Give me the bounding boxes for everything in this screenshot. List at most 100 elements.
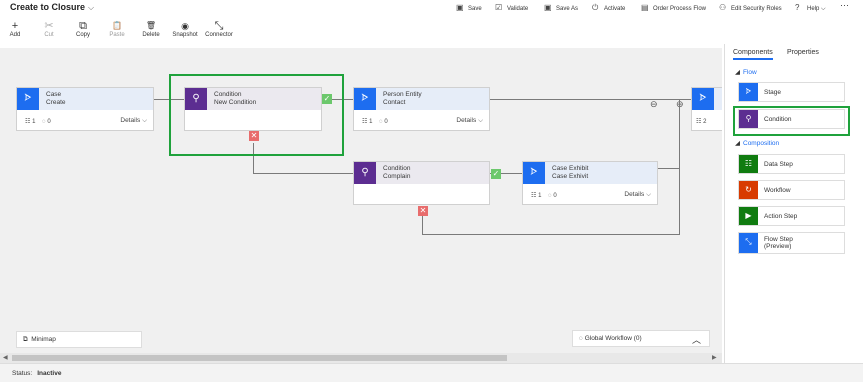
paste-button[interactable]: 📋 Paste bbox=[102, 20, 132, 38]
save-icon: ▣ bbox=[456, 3, 464, 12]
minimap-button[interactable]: ⧉ Minimap bbox=[16, 331, 142, 348]
copy-icon: ⧉ bbox=[79, 20, 87, 32]
activate-icon: ⏻ bbox=[592, 3, 599, 12]
status-value: Inactive bbox=[37, 370, 62, 377]
design-canvas[interactable]: ⊖ ⊕ ⛶ ᗌ Case Create ☷ 1 ◌ 0 Details ⌵ ⚲ bbox=[0, 48, 722, 353]
connector-line bbox=[490, 99, 691, 100]
order-icon: ▤ bbox=[641, 3, 649, 12]
add-button[interactable]: + Add bbox=[0, 20, 30, 38]
clipboard-icon: 📋 bbox=[112, 21, 122, 30]
no-branch-x-icon[interactable]: ✕ bbox=[418, 206, 428, 216]
workflow-count-icon: ◌ bbox=[379, 119, 383, 125]
no-branch-x-icon[interactable]: ✕ bbox=[249, 131, 259, 141]
scroll-left-icon[interactable]: ◀ bbox=[3, 353, 8, 363]
component-stage[interactable]: ᗌ Stage bbox=[738, 82, 845, 102]
stage-icon: ᗌ bbox=[17, 88, 39, 110]
flow-step-icon: ⤡ bbox=[739, 233, 758, 253]
collapse-icon: ◢ bbox=[735, 140, 740, 147]
page-title[interactable]: Create to Closure ⌵ bbox=[10, 2, 94, 13]
connector-line bbox=[422, 234, 679, 235]
stage-node-case-exhibit[interactable]: ᗌ Case Exhibit Case Exhivit ☷ 1 ◌ 0 Deta… bbox=[522, 161, 658, 205]
condition-node-new-condition[interactable]: ⚲ Condition New Condition ✓ ✕ bbox=[184, 87, 332, 141]
chevron-down-icon[interactable]: ⌵ bbox=[88, 3, 94, 12]
step-count: ☷ 2 bbox=[696, 119, 707, 125]
stage-icon: ᗌ bbox=[739, 83, 758, 101]
activate-button[interactable]: ⏻ Activate bbox=[592, 3, 625, 13]
steps-icon: ☷ bbox=[362, 119, 368, 125]
camera-icon: ◉ bbox=[181, 21, 189, 31]
header: Create to Closure ⌵ + Add ✂ Cut ⧉ Copy 📋 Past… bbox=[0, 0, 863, 48]
condition-icon: ⚲ bbox=[354, 162, 376, 184]
plus-icon: + bbox=[11, 20, 19, 32]
snapshot-button[interactable]: ◉ Snapshot bbox=[170, 20, 200, 38]
chevron-down-icon: ⌵ bbox=[646, 191, 651, 198]
component-action-step[interactable]: ▶ Action Step bbox=[738, 206, 845, 226]
process-designer: Create to Closure ⌵ + Add ✂ Cut ⧉ Copy 📋 Past… bbox=[0, 0, 863, 382]
connector-button[interactable]: ⤡ Connector bbox=[204, 20, 234, 38]
workflow-count-icon: ◌ bbox=[42, 119, 46, 125]
help-button[interactable]: ? Help ⌵ bbox=[795, 3, 826, 13]
validate-button[interactable]: ☑ Validate bbox=[495, 3, 528, 12]
stage-icon: ᗌ bbox=[354, 88, 376, 110]
workflow-icon: ↻ bbox=[739, 181, 758, 199]
component-flow-step[interactable]: ⤡ Flow Step (Preview) bbox=[738, 232, 845, 254]
component-workflow[interactable]: ↻ Workflow bbox=[738, 180, 845, 200]
security-icon: ⚇ bbox=[719, 3, 727, 12]
step-count: ☷ 1 ◌ 0 bbox=[531, 193, 557, 199]
global-workflow-panel[interactable]: ◌ Global Workflow (0) ︿ bbox=[572, 330, 710, 347]
collapse-icon: ◢ bbox=[735, 69, 740, 76]
stage-node-partial[interactable]: ᗌ ☷ 2 bbox=[691, 87, 722, 131]
tab-properties[interactable]: Properties bbox=[787, 49, 819, 56]
connector-icon: ⤡ bbox=[214, 20, 224, 32]
validate-icon: ☑ bbox=[495, 3, 503, 12]
component-condition[interactable]: ⚲ Condition bbox=[738, 109, 845, 129]
section-composition[interactable]: ◢ Composition bbox=[735, 139, 779, 147]
trash-icon: 🗑 bbox=[145, 21, 157, 30]
scrollbar-thumb[interactable] bbox=[12, 355, 507, 361]
chevron-down-icon: ⌵ bbox=[478, 117, 483, 124]
chevron-up-icon[interactable]: ︿ bbox=[692, 333, 701, 346]
condition-icon: ⚲ bbox=[739, 110, 758, 128]
section-flow[interactable]: ◢ Flow bbox=[735, 68, 757, 76]
save-button[interactable]: ▣ Save bbox=[456, 3, 482, 12]
condition-node-complain[interactable]: ⚲ Condition Complain ✓ ✕ bbox=[353, 161, 501, 216]
chevron-down-icon: ⌵ bbox=[821, 6, 826, 12]
components-panel: Components Properties ◢ Flow ᗌ Stage ⚲ Cond… bbox=[724, 44, 863, 363]
delete-button[interactable]: 🗑 Delete bbox=[136, 20, 166, 38]
scissors-icon: ✂ bbox=[44, 20, 54, 32]
tab-components[interactable]: Components bbox=[733, 49, 773, 60]
save-as-button[interactable]: ▣ Save As bbox=[544, 3, 578, 12]
save-as-icon: ▣ bbox=[544, 3, 552, 12]
steps-icon: ☷ bbox=[696, 119, 702, 125]
edit-security-roles-button[interactable]: ⚇ Edit Security Roles bbox=[719, 3, 782, 12]
zoom-out-icon[interactable]: ⊖ bbox=[650, 99, 658, 110]
connector-line bbox=[253, 173, 353, 174]
scroll-right-icon[interactable]: ▶ bbox=[712, 353, 717, 363]
more-icon: ··· bbox=[840, 0, 849, 10]
steps-icon: ☷ bbox=[531, 193, 537, 199]
status-bar: Status: Inactive bbox=[0, 363, 863, 382]
stage-node-person-entity[interactable]: ᗌ Person Entity Contact ☷ 1 ◌ 0 Details … bbox=[353, 87, 490, 131]
connector-line bbox=[658, 168, 679, 169]
horizontal-scrollbar[interactable]: ◀ ▶ bbox=[0, 353, 722, 363]
details-button[interactable]: Details ⌵ bbox=[456, 117, 483, 125]
action-step-icon: ▶ bbox=[739, 207, 758, 225]
copy-button[interactable]: ⧉ Copy bbox=[68, 20, 98, 38]
workflow-count-icon: ◌ bbox=[548, 193, 552, 199]
stage-node-case-create[interactable]: ᗌ Case Create ☷ 1 ◌ 0 Details ⌵ bbox=[16, 87, 154, 131]
yes-branch-check-icon[interactable]: ✓ bbox=[491, 169, 501, 179]
connector-line bbox=[422, 216, 423, 235]
help-icon: ? bbox=[795, 3, 800, 12]
details-button[interactable]: Details ⌵ bbox=[624, 191, 651, 199]
minimap-icon: ⧉ bbox=[23, 336, 28, 343]
more-button[interactable]: ··· bbox=[840, 0, 849, 10]
yes-branch-check-icon[interactable]: ✓ bbox=[322, 94, 332, 104]
condition-icon: ⚲ bbox=[185, 88, 207, 110]
stage-icon: ᗌ bbox=[692, 88, 714, 110]
cut-button[interactable]: ✂ Cut bbox=[34, 20, 64, 38]
step-count: ☷ 1 ◌ 0 bbox=[362, 119, 388, 125]
step-count: ☷ 1 ◌ 0 bbox=[25, 119, 51, 125]
order-process-flow-button[interactable]: ▤ Order Process Flow bbox=[641, 3, 706, 12]
component-data-step[interactable]: ☷ Data Step bbox=[738, 154, 845, 174]
details-button[interactable]: Details ⌵ bbox=[120, 117, 147, 125]
